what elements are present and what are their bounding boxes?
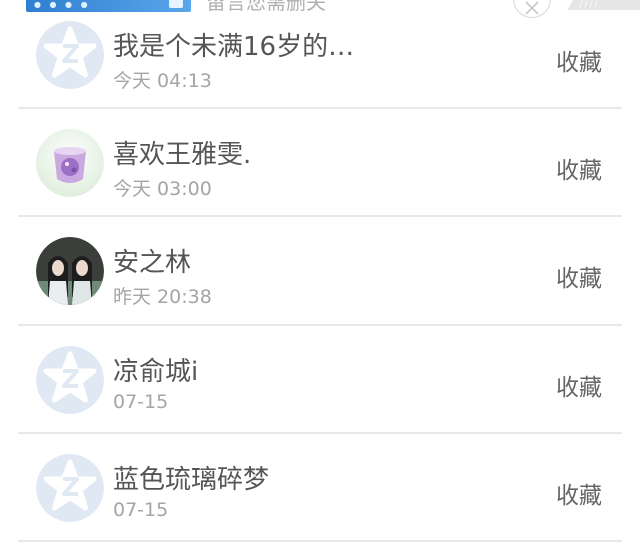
list-item[interactable]: 喜欢王雅雯. 今天 03:00 收藏	[0, 108, 640, 216]
user-avatar[interactable]	[36, 129, 104, 197]
list-item[interactable]: 凉俞城i 07-15 收藏	[0, 325, 640, 433]
contact-name: 喜欢王雅雯.	[113, 140, 252, 170]
favorite-button[interactable]: 收藏	[556, 43, 602, 77]
favorite-button[interactable]: 收藏	[556, 368, 602, 402]
favorite-button[interactable]: 收藏	[556, 259, 602, 293]
contact-name: 凉俞城i	[113, 357, 199, 387]
divider	[18, 540, 622, 542]
contact-name: 我是个未满16岁的…	[113, 32, 355, 62]
list-item[interactable]: 我是个未满16岁的… 今天 04:13 收藏	[0, 0, 640, 108]
list-item[interactable]: 蓝色琉璃碎梦 07-15 收藏	[0, 433, 640, 541]
message-time: 07-15	[113, 499, 169, 521]
favorite-button[interactable]: 收藏	[556, 476, 602, 510]
message-time: 昨天 20:38	[113, 286, 212, 308]
default-avatar-icon[interactable]	[36, 21, 104, 89]
message-time: 07-15	[113, 391, 169, 413]
default-avatar-icon[interactable]	[36, 454, 104, 522]
message-time: 今天 03:00	[113, 178, 212, 200]
default-avatar-icon[interactable]	[36, 346, 104, 414]
contact-name: 蓝色琉璃碎梦	[113, 465, 270, 495]
message-time: 今天 04:13	[113, 70, 212, 92]
user-avatar[interactable]	[36, 237, 104, 305]
favorite-button[interactable]: 收藏	[556, 151, 602, 185]
contact-name: 安之林	[113, 248, 192, 278]
list-item[interactable]: 安之林 昨天 20:38 收藏	[0, 216, 640, 324]
